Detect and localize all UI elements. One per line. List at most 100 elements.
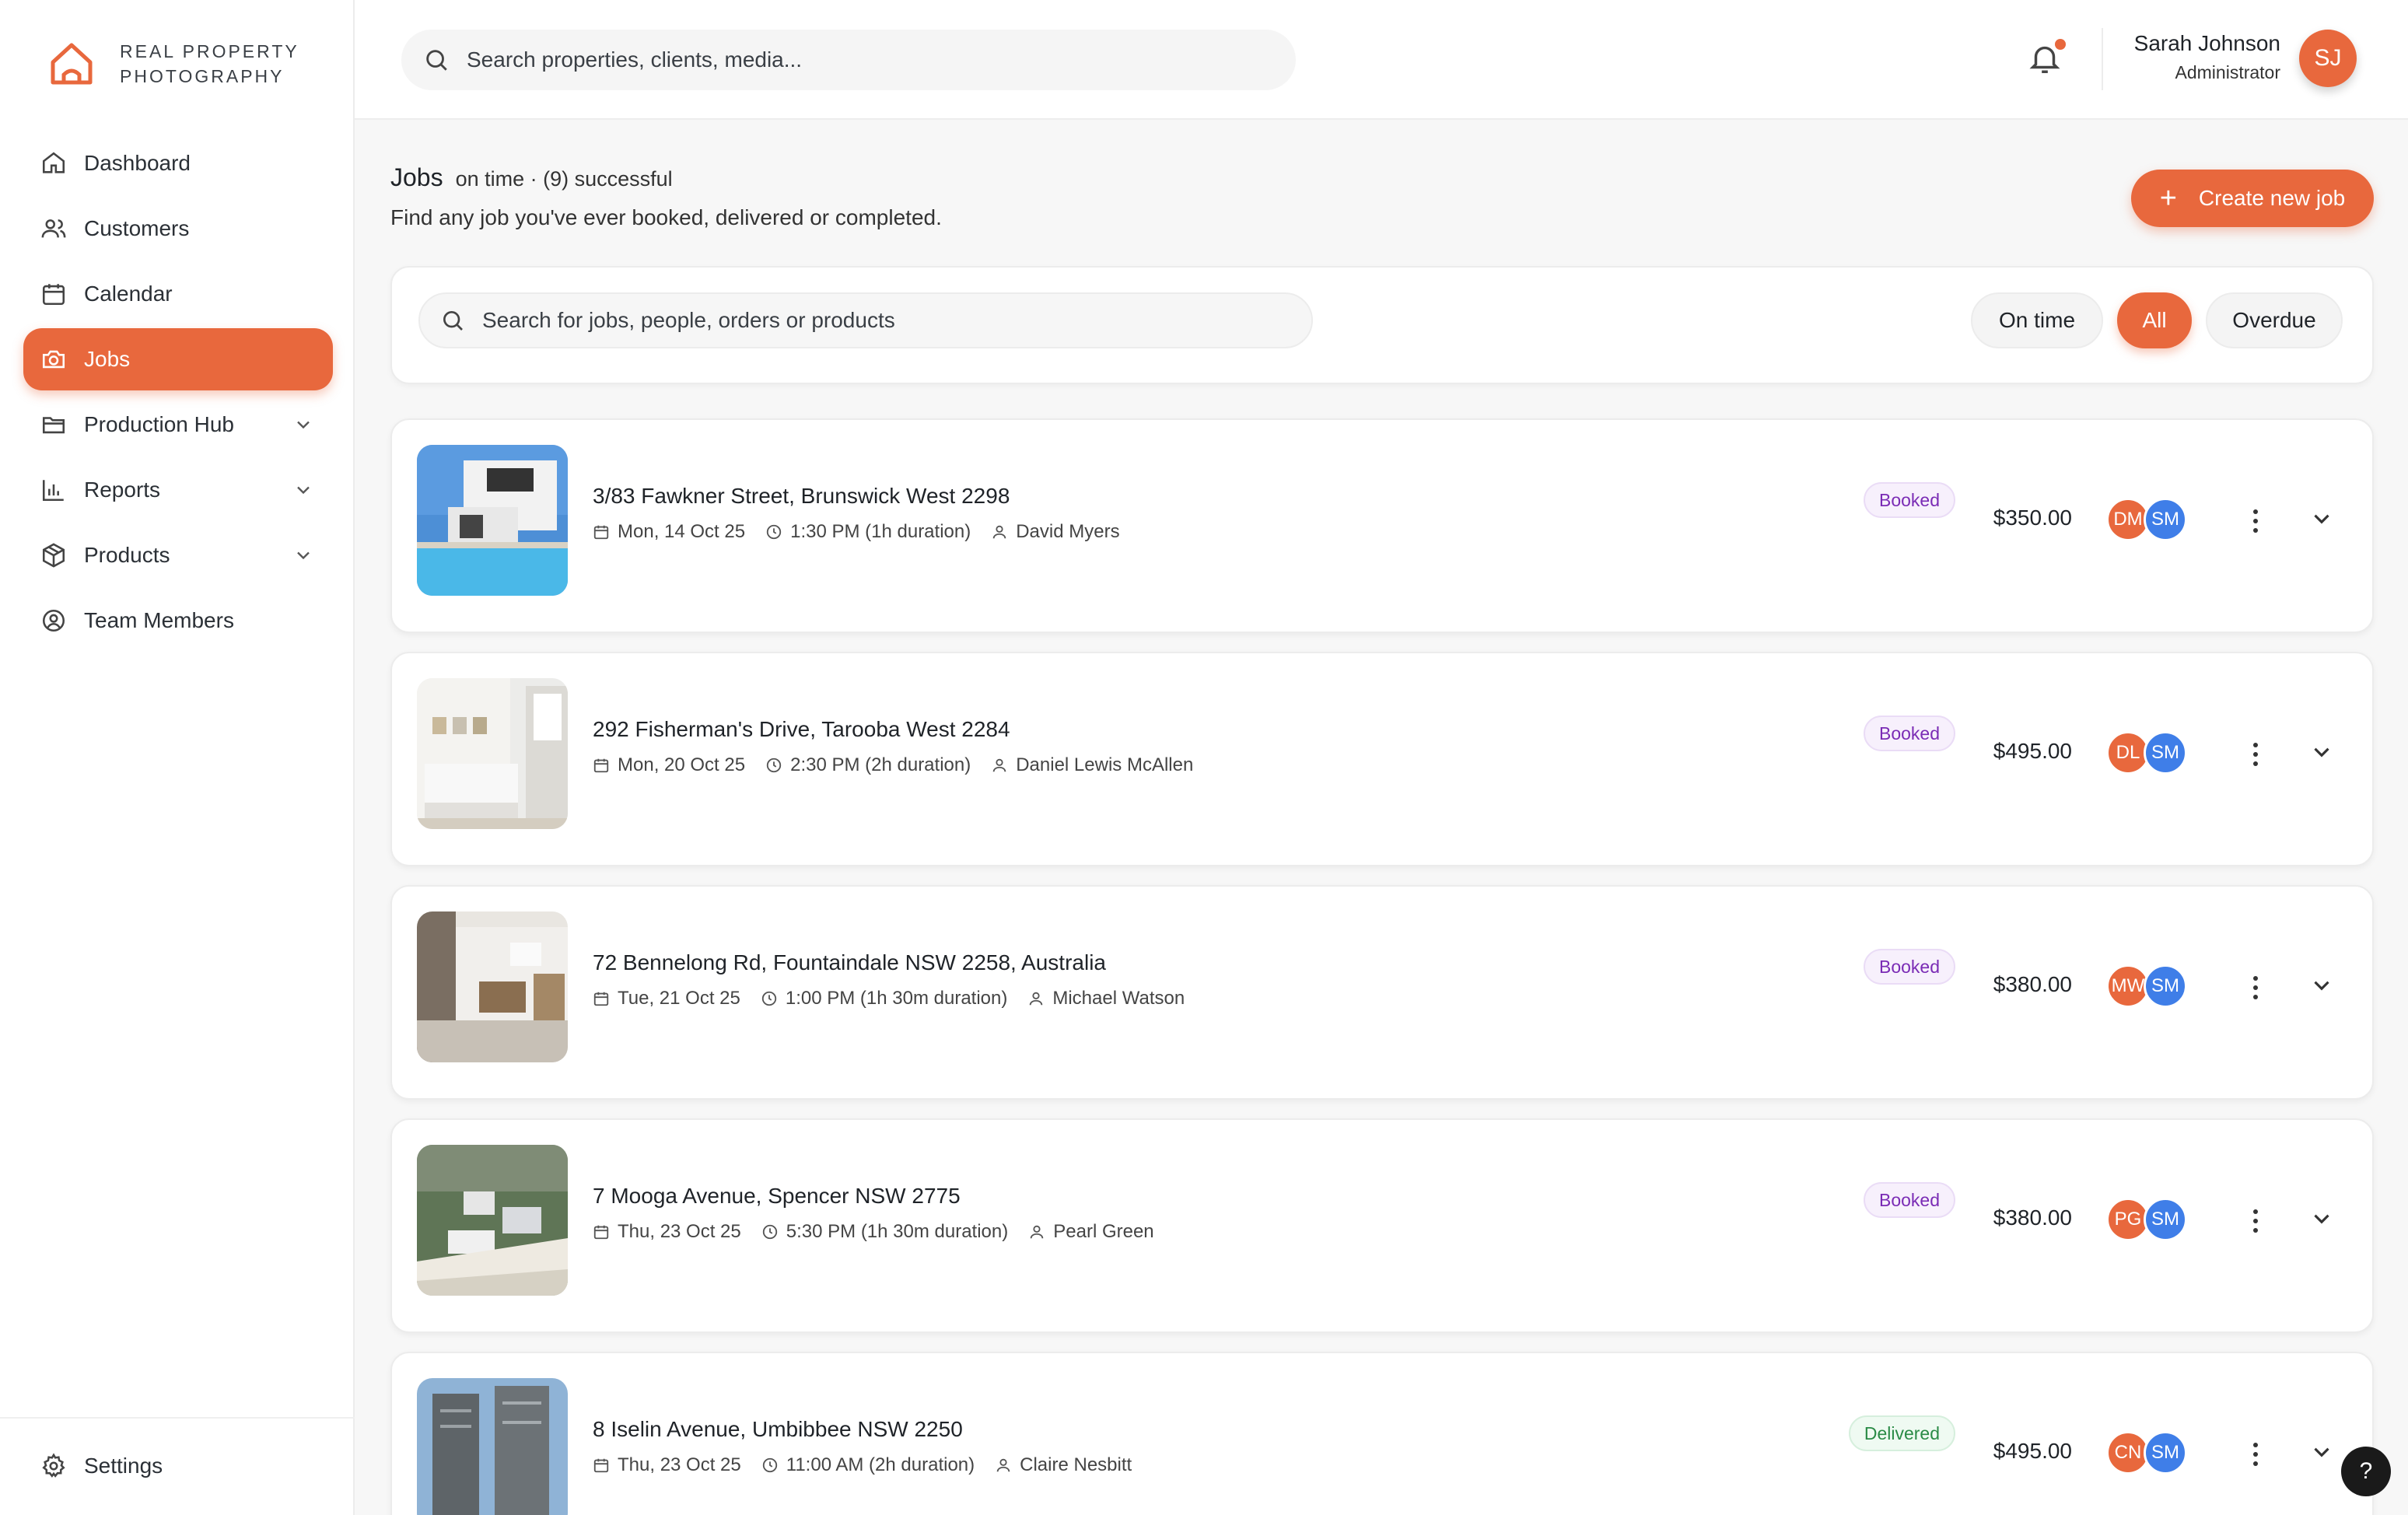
status-badge: Delivered bbox=[1848, 1415, 1955, 1451]
sidebar-item-jobs[interactable]: Jobs bbox=[23, 328, 333, 390]
job-client-text: Daniel Lewis McAllen bbox=[1016, 754, 1194, 775]
job-client: Pearl Green bbox=[1028, 1221, 1154, 1243]
job-address[interactable]: 8 Iselin Avenue, Umbibbee NSW 2250 bbox=[593, 1417, 963, 1442]
avatar[interactable]: SM bbox=[2144, 964, 2187, 1008]
more-vertical-icon[interactable] bbox=[2251, 1207, 2260, 1235]
user-role: Administrator bbox=[2175, 62, 2280, 82]
chevron-down-icon[interactable] bbox=[2308, 739, 2335, 765]
property-photo-modern-villa bbox=[417, 445, 568, 596]
chevron-down-icon[interactable] bbox=[2308, 506, 2335, 532]
filter-all[interactable]: All bbox=[2117, 292, 2192, 348]
status-badge: Booked bbox=[1863, 716, 1955, 751]
status-badge: Booked bbox=[1863, 949, 1955, 985]
sidebar-nav: Dashboard Customers Calendar Jobs Produc… bbox=[23, 132, 333, 655]
job-address[interactable]: 72 Bennelong Rd, Fountaindale NSW 2258, … bbox=[593, 950, 1106, 975]
filter-overdue[interactable]: Overdue bbox=[2206, 292, 2343, 348]
sidebar-item-calendar[interactable]: Calendar bbox=[23, 263, 333, 325]
sidebar-item-products[interactable]: Products bbox=[23, 524, 333, 586]
job-card[interactable]: 3/83 Fawkner Street, Brunswick West 2298… bbox=[390, 418, 2374, 633]
user-avatar[interactable]: SJ bbox=[2299, 30, 2357, 87]
chevron-down-icon[interactable] bbox=[2308, 1439, 2335, 1465]
chevron-down-icon[interactable] bbox=[292, 544, 314, 566]
user-name[interactable]: Sarah Johnson bbox=[2134, 31, 2280, 56]
more-vertical-icon[interactable] bbox=[2251, 740, 2260, 768]
calendar-icon bbox=[593, 525, 609, 540]
job-date-text: Thu, 23 Oct 25 bbox=[618, 1454, 741, 1475]
help-button[interactable]: ? bbox=[2341, 1447, 2391, 1496]
job-time-text: 1:00 PM (1h 30m duration) bbox=[785, 988, 1008, 1009]
job-address[interactable]: 292 Fisherman's Drive, Tarooba West 2284 bbox=[593, 717, 1010, 742]
job-client-text: David Myers bbox=[1016, 521, 1120, 542]
job-search[interactable] bbox=[418, 292, 1313, 348]
filter-on-time[interactable]: On time bbox=[1971, 292, 2103, 348]
user-icon bbox=[1031, 1225, 1044, 1239]
global-search[interactable] bbox=[401, 30, 1296, 90]
calendar-icon bbox=[593, 992, 609, 1006]
job-time-text: 2:30 PM (2h duration) bbox=[790, 754, 971, 775]
job-client-text: Pearl Green bbox=[1053, 1221, 1154, 1242]
main-content: Jobs on time · (9) successful Find any j… bbox=[355, 120, 2408, 1515]
more-vertical-icon[interactable] bbox=[2251, 974, 2260, 1002]
house-logo-icon bbox=[51, 43, 93, 85]
sidebar-item-label: Calendar bbox=[84, 282, 173, 306]
sidebar: REAL PROPERTY PHOTOGRAPHY Dashboard Cust… bbox=[0, 0, 355, 1515]
global-search-input[interactable] bbox=[467, 47, 1244, 72]
property-photo-aerial-coast bbox=[417, 1145, 568, 1296]
job-card[interactable]: 72 Bennelong Rd, Fountaindale NSW 2258, … bbox=[390, 885, 2374, 1100]
job-date-text: Mon, 20 Oct 25 bbox=[618, 754, 746, 775]
job-address[interactable]: 7 Mooga Avenue, Spencer NSW 2775 bbox=[593, 1184, 961, 1209]
sidebar-item-team-members[interactable]: Team Members bbox=[23, 590, 333, 652]
property-thumbnail[interactable] bbox=[417, 445, 568, 596]
sidebar-item-settings[interactable]: Settings bbox=[40, 1453, 163, 1479]
sidebar-item-dashboard[interactable]: Dashboard bbox=[23, 132, 333, 194]
job-client-text: Claire Nesbitt bbox=[1020, 1454, 1132, 1475]
page-title-text: Jobs bbox=[390, 163, 443, 191]
job-card[interactable]: 8 Iselin Avenue, Umbibbee NSW 2250 Thu, … bbox=[390, 1352, 2374, 1515]
job-client-text: Michael Watson bbox=[1052, 988, 1185, 1009]
sidebar-item-production-hub[interactable]: Production Hub bbox=[23, 394, 333, 456]
user-icon bbox=[992, 758, 1006, 772]
sidebar-item-reports[interactable]: Reports bbox=[23, 459, 333, 521]
chevron-down-icon[interactable] bbox=[292, 414, 314, 436]
job-card[interactable]: 7 Mooga Avenue, Spencer NSW 2775 Thu, 23… bbox=[390, 1118, 2374, 1333]
topbar-divider bbox=[2102, 28, 2103, 90]
brand-line-1: REAL PROPERTY bbox=[120, 41, 299, 61]
brand-line-2: PHOTOGRAPHY bbox=[120, 66, 285, 86]
job-address[interactable]: 3/83 Fawkner Street, Brunswick West 2298 bbox=[593, 484, 1010, 509]
create-job-button[interactable]: + Create new job bbox=[2131, 170, 2374, 227]
plus-icon: + bbox=[2159, 182, 2177, 215]
avatar[interactable]: SM bbox=[2144, 731, 2187, 775]
chevron-down-icon[interactable] bbox=[292, 479, 314, 501]
avatar[interactable]: SM bbox=[2144, 498, 2187, 541]
job-date: Thu, 23 Oct 25 bbox=[593, 1221, 741, 1243]
job-date: Mon, 20 Oct 25 bbox=[593, 754, 745, 776]
job-meta: Tue, 21 Oct 25 1:00 PM (1h 30m duration)… bbox=[593, 988, 1205, 1009]
job-date: Thu, 23 Oct 25 bbox=[593, 1454, 741, 1476]
job-client: Michael Watson bbox=[1027, 988, 1185, 1009]
chevron-down-icon[interactable] bbox=[2308, 972, 2335, 999]
search-icon bbox=[426, 50, 447, 71]
topbar: Sarah Johnson Administrator SJ bbox=[355, 0, 2408, 120]
sidebar-item-label: Customers bbox=[84, 216, 190, 240]
avatar[interactable]: SM bbox=[2144, 1431, 2187, 1475]
job-price: $495.00 bbox=[1993, 739, 2072, 763]
settings-label: Settings bbox=[84, 1454, 163, 1478]
job-meta: Thu, 23 Oct 25 11:00 AM (2h duration) Cl… bbox=[593, 1454, 1152, 1476]
calendar-icon bbox=[593, 1458, 609, 1473]
job-search-input[interactable] bbox=[482, 308, 1299, 333]
more-vertical-icon[interactable] bbox=[2251, 1440, 2260, 1468]
property-thumbnail[interactable] bbox=[417, 911, 568, 1062]
chevron-down-icon[interactable] bbox=[2308, 1205, 2335, 1232]
property-thumbnail[interactable] bbox=[417, 678, 568, 829]
property-thumbnail[interactable] bbox=[417, 1145, 568, 1296]
avatar[interactable]: SM bbox=[2144, 1198, 2187, 1241]
job-date-text: Thu, 23 Oct 25 bbox=[618, 1221, 741, 1242]
sidebar-item-customers[interactable]: Customers bbox=[23, 198, 333, 260]
job-card[interactable]: 292 Fisherman's Drive, Tarooba West 2284… bbox=[390, 652, 2374, 866]
more-vertical-icon[interactable] bbox=[2251, 507, 2260, 535]
create-job-label: Create new job bbox=[2198, 186, 2346, 210]
brand-logo[interactable]: REAL PROPERTY PHOTOGRAPHY bbox=[48, 39, 299, 89]
clock-icon bbox=[762, 1224, 777, 1240]
status-badge: Booked bbox=[1863, 1182, 1955, 1218]
property-thumbnail[interactable] bbox=[417, 1378, 568, 1515]
